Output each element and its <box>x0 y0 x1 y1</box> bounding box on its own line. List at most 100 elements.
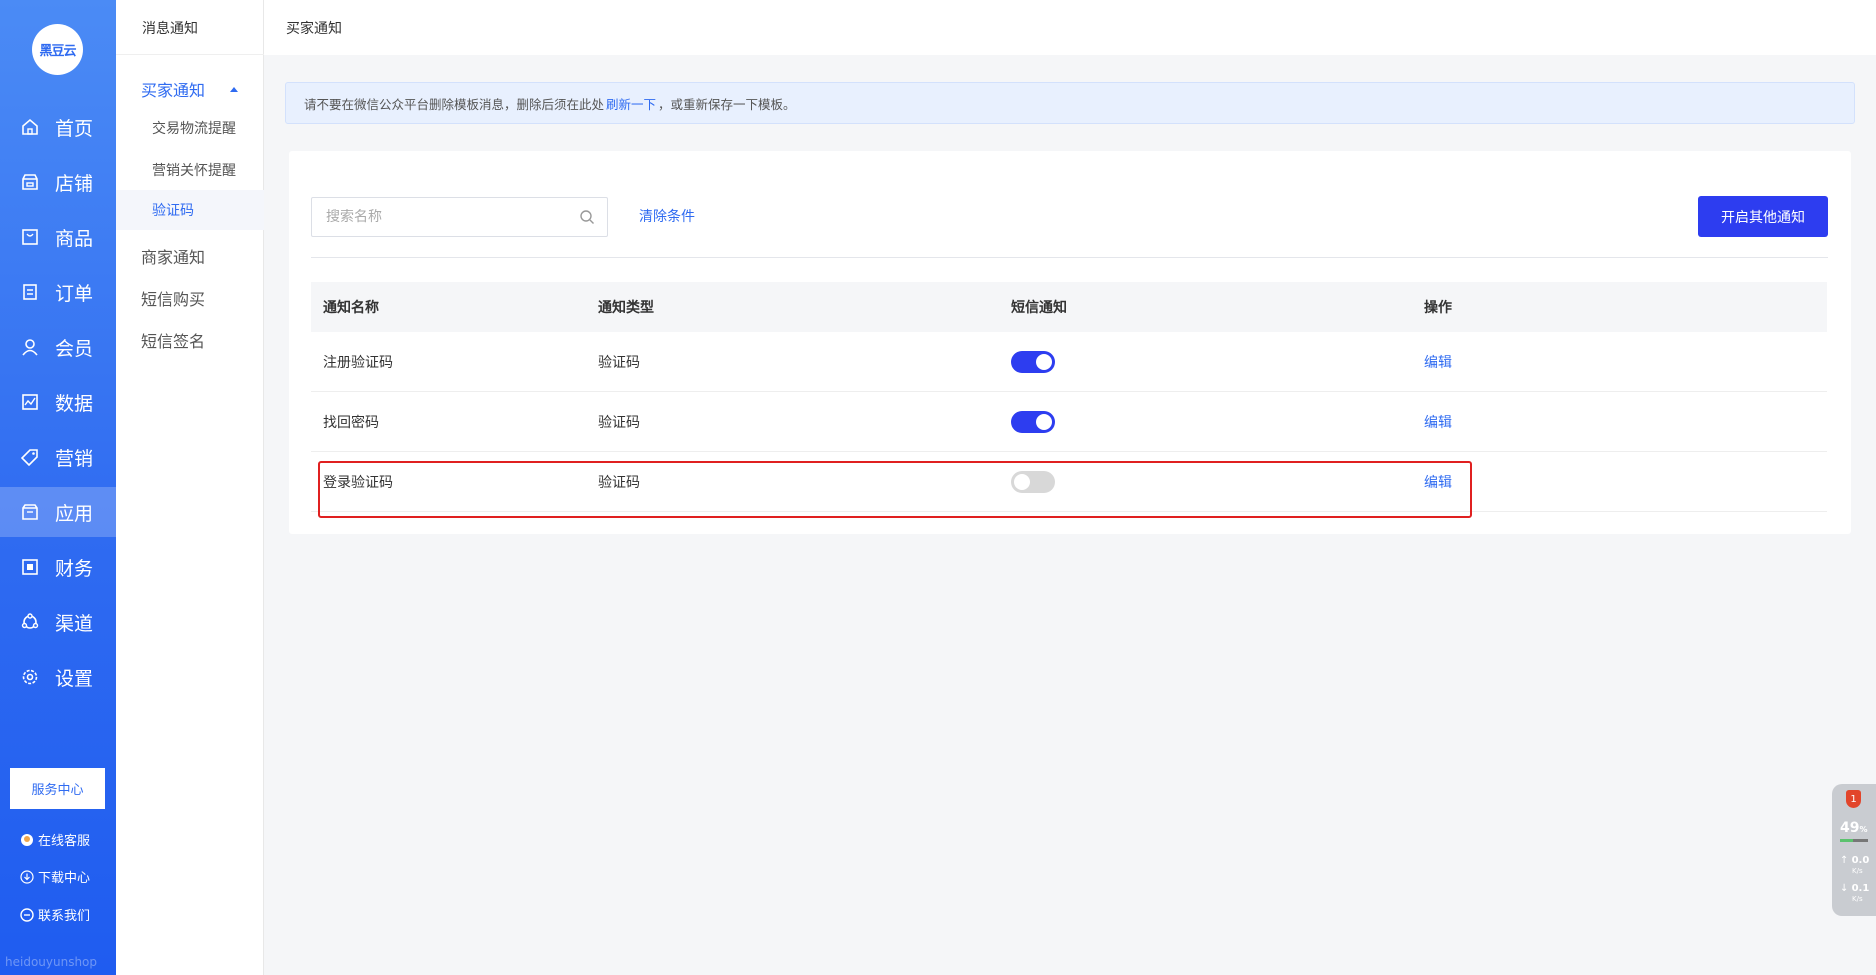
percent-value: 49 <box>1840 820 1860 836</box>
sidebar-item-label: 店铺 <box>55 172 94 195</box>
download-center-link[interactable]: 下载中心 <box>20 867 90 886</box>
sidebar-item-label: 应用 <box>55 502 94 525</box>
notification-type: 验证码 <box>598 414 640 431</box>
clear-filters-link[interactable]: 清除条件 <box>639 206 695 226</box>
notice-text: 请不要在微信公众平台删除模板消息，删除后须在此处 <box>304 96 605 112</box>
usage-bar <box>1840 839 1868 842</box>
sidebar-item-label: 数据 <box>55 392 94 415</box>
order-icon <box>20 282 40 302</box>
column-header-sms: 短信通知 <box>1011 300 1067 316</box>
divider <box>116 54 264 55</box>
usage-bar-fill <box>1840 839 1853 842</box>
notification-card: 清除条件 开启其他通知 通知名称 通知类型 短信通知 操作 注册验证码 验证码 … <box>289 151 1851 534</box>
top-bar: 买家通知 <box>264 0 1876 55</box>
refresh-link[interactable]: 刷新一下 <box>606 94 656 113</box>
sidebar-item-label: 订单 <box>55 282 94 305</box>
sidebar-item-channel[interactable]: 渠道 <box>0 597 116 647</box>
sms-toggle-cell <box>1011 452 1055 511</box>
search-icon[interactable] <box>579 209 595 225</box>
sidebar-item-finance[interactable]: 财务 <box>0 542 116 592</box>
toggle-knob <box>1036 413 1052 430</box>
sidebar-item-data[interactable]: 数据 <box>0 377 116 427</box>
cpu-percent: 49% <box>1840 820 1868 836</box>
logo-text: 黑豆云 <box>39 44 76 59</box>
download-icon <box>20 869 34 884</box>
sidebar-item-marketing[interactable]: 营销 <box>0 432 116 482</box>
sidebar-item-member[interactable]: 会员 <box>0 322 116 372</box>
breadcrumb: 买家通知 <box>286 21 342 37</box>
percent-unit: % <box>1859 825 1868 834</box>
system-monitor-widget[interactable]: 1 49% ↑ 0.0 K/s ↓ 0.1 K/s <box>1832 784 1876 916</box>
submenu-title: 消息通知 <box>142 21 198 37</box>
shield-badge-icon: 1 <box>1846 790 1861 808</box>
notice-text-end: ，或重新保存一下模板。 <box>658 96 796 112</box>
settings-icon <box>20 667 40 687</box>
sidebar-item-home[interactable]: 首页 <box>0 102 116 152</box>
sidebar-item-store[interactable]: 店铺 <box>0 157 116 207</box>
table-row: 登录验证码 验证码 编辑 <box>311 452 1827 512</box>
sidebar-item-app[interactable]: 应用 <box>0 487 116 537</box>
notification-type: 验证码 <box>598 474 640 491</box>
goods-icon <box>20 227 40 247</box>
notification-name: 注册验证码 <box>323 354 393 371</box>
sidebar-item-label: 会员 <box>55 337 94 360</box>
finance-icon <box>20 557 40 577</box>
caret-up-icon[interactable] <box>230 87 238 92</box>
edit-link[interactable]: 编辑 <box>1424 352 1452 372</box>
notice-banner: 请不要在微信公众平台删除模板消息，删除后须在此处 刷新一下 ，或重新保存一下模板… <box>285 82 1855 124</box>
toggle-knob <box>1014 473 1030 490</box>
upload-speed: ↑ 0.0 K/s <box>1840 855 1870 876</box>
sms-toggle-cell <box>1011 392 1055 451</box>
toggle-knob <box>1036 353 1052 370</box>
submenu-item-merchant[interactable]: 商家通知 <box>141 244 205 268</box>
contact-icon <box>20 907 34 922</box>
main-sidebar: 黑豆云 首页 店铺 商品 订单 会员 数据 营销 应用 财务 渠道 设置 服务中… <box>0 0 116 975</box>
submenu-item-sms-purchase[interactable]: 短信购买 <box>141 286 205 310</box>
speed-unit: K/s <box>1852 895 1863 903</box>
divider <box>311 257 1828 258</box>
notification-type: 验证码 <box>598 354 640 371</box>
sidebar-item-settings[interactable]: 设置 <box>0 652 116 702</box>
download-center-label: 下载中心 <box>38 871 91 886</box>
sidebar-item-label: 商品 <box>55 227 94 250</box>
sidebar-item-order[interactable]: 订单 <box>0 267 116 317</box>
online-service-link[interactable]: 在线客服 <box>20 830 90 849</box>
table-row: 找回密码 验证码 编辑 <box>311 392 1827 452</box>
sms-toggle[interactable] <box>1011 410 1055 433</box>
sidebar-item-goods[interactable]: 商品 <box>0 212 116 262</box>
notification-name: 登录验证码 <box>323 474 393 491</box>
download-speed: ↓ 0.1 K/s <box>1840 883 1870 904</box>
contact-us-label: 联系我们 <box>38 909 91 924</box>
sidebar-item-label: 渠道 <box>55 612 94 635</box>
edit-link[interactable]: 编辑 <box>1424 472 1452 492</box>
search-box[interactable] <box>311 197 608 237</box>
submenu-item-marketing-care[interactable]: 营销关怀提醒 <box>116 150 264 190</box>
submenu-item-sms-signature[interactable]: 短信签名 <box>141 328 205 352</box>
table-row: 注册验证码 验证码 编辑 <box>311 332 1827 392</box>
edit-link[interactable]: 编辑 <box>1424 412 1452 432</box>
sidebar-item-label: 营销 <box>55 447 94 470</box>
online-service-label: 在线客服 <box>38 834 91 849</box>
customer-service-icon <box>20 833 34 847</box>
submenu-item-trade-logistics[interactable]: 交易物流提醒 <box>116 108 264 148</box>
submenu-item-verification-code[interactable]: 验证码 <box>116 190 264 230</box>
data-icon <box>20 392 40 412</box>
channel-icon <box>20 612 40 632</box>
sidebar-item-label: 首页 <box>55 117 94 140</box>
sms-toggle[interactable] <box>1011 470 1055 493</box>
notification-name: 找回密码 <box>323 414 379 431</box>
download-speed-value: 0.1 <box>1851 883 1870 894</box>
brand-watermark: heidouyunshop <box>5 955 98 969</box>
upload-speed-value: 0.0 <box>1851 855 1870 866</box>
service-center-button[interactable]: 服务中心 <box>10 768 105 809</box>
home-icon <box>20 117 40 137</box>
search-input[interactable] <box>326 209 566 225</box>
contact-us-link[interactable]: 联系我们 <box>20 905 90 924</box>
enable-other-notifications-button[interactable]: 开启其他通知 <box>1698 196 1828 237</box>
submenu-group-buyer[interactable]: 买家通知 <box>141 77 205 101</box>
sms-toggle[interactable] <box>1011 350 1055 373</box>
marketing-tag-icon <box>20 447 40 467</box>
notification-table: 通知名称 通知类型 短信通知 操作 注册验证码 验证码 编辑 找回密码 验证码 … <box>311 282 1827 512</box>
logo[interactable]: 黑豆云 <box>32 24 83 75</box>
column-header-type: 通知类型 <box>598 300 654 316</box>
